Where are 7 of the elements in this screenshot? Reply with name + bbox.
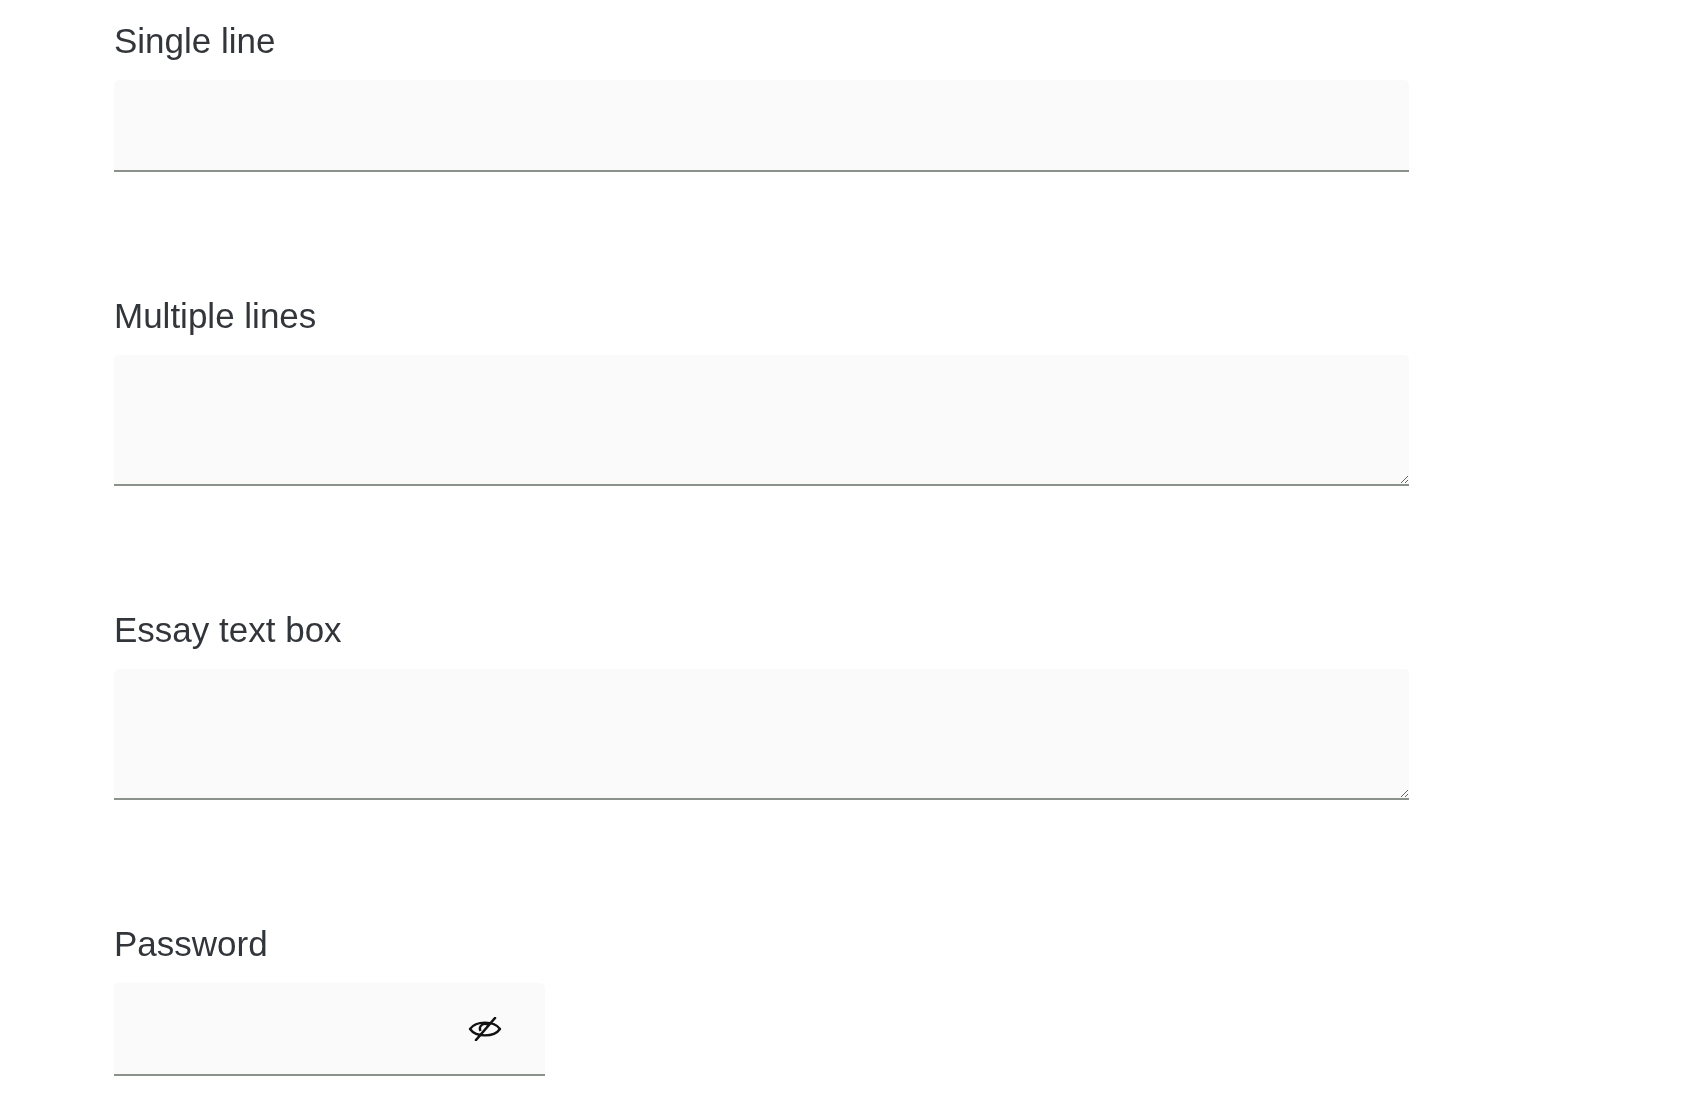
input-field[interactable] xyxy=(114,80,1409,172)
field-label: Multiple lines xyxy=(114,295,317,337)
password-field[interactable] xyxy=(114,983,545,1076)
field-label: Single line xyxy=(114,20,276,62)
eye-slash-icon[interactable] xyxy=(468,1016,502,1041)
field-label: Password xyxy=(114,923,268,965)
field-label: Essay text box xyxy=(114,609,342,651)
